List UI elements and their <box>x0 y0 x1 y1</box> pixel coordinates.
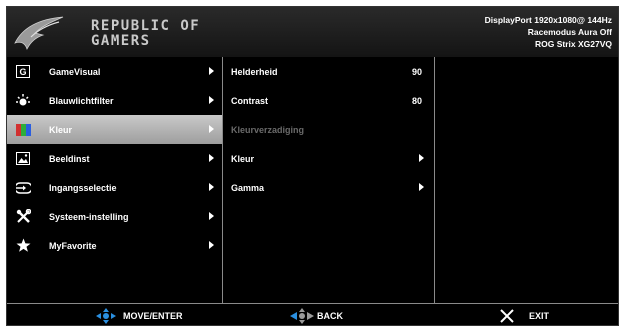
header-bar: REPUBLIC OF GAMERS DisplayPort 1920x1080… <box>7 7 618 57</box>
menu-item-beeldinst[interactable]: Beeldinst <box>7 144 222 173</box>
menu-item-gamevisual[interactable]: G GameVisual <box>7 57 222 86</box>
exit-label: EXIT <box>529 311 550 321</box>
submenu-item-label: Kleurverzadiging <box>231 124 305 135</box>
chevron-right-icon <box>209 212 214 220</box>
menu-item-label: Kleur <box>49 124 73 135</box>
chevron-right-icon <box>209 96 214 104</box>
chevron-right-icon <box>209 154 214 162</box>
status-aura-mode: Racemodus Aura Off <box>527 27 612 37</box>
status-input-resolution: DisplayPort 1920x1080@ 144Hz <box>484 15 612 25</box>
back-button[interactable]: BACK <box>289 308 343 324</box>
menu-item-label: Blauwlichtfilter <box>49 95 114 106</box>
chevron-right-icon <box>419 154 424 162</box>
menu-item-label: Ingangsselectie <box>49 182 117 193</box>
gamevisual-icon: G <box>15 64 31 80</box>
chevron-right-icon <box>209 125 214 133</box>
tools-icon <box>15 209 31 225</box>
menu-item-label: Systeem-instelling <box>49 211 129 222</box>
move-enter-label: MOVE/ENTER <box>123 311 183 321</box>
sub-menu: Helderheid 90 Contrast 80 Kleurverzadigi… <box>223 57 435 303</box>
image-icon <box>15 151 31 167</box>
detail-panel <box>435 57 620 303</box>
chevron-right-icon <box>209 183 214 191</box>
submenu-item-label: Contrast <box>231 95 269 106</box>
joystick-back-icon <box>289 308 315 324</box>
submenu-item-helderheid[interactable]: Helderheid 90 <box>223 57 434 86</box>
submenu-item-kleur[interactable]: Kleur <box>223 144 434 173</box>
osd-menu: REPUBLIC OF GAMERS DisplayPort 1920x1080… <box>6 6 619 326</box>
footer-bar: MOVE/ENTER BACK EXIT <box>7 303 618 327</box>
menu-item-blauwlichtfilter[interactable]: Blauwlichtfilter <box>7 86 222 115</box>
menu-item-myfavorite[interactable]: MyFavorite <box>7 231 222 260</box>
status-info: DisplayPort 1920x1080@ 144Hz Racemodus A… <box>485 14 612 50</box>
color-icon <box>15 122 31 138</box>
bluelight-icon <box>15 93 31 109</box>
svg-text:G: G <box>19 67 26 77</box>
menu-item-kleur[interactable]: Kleur <box>7 115 222 144</box>
brand-line-1: REPUBLIC OF <box>91 18 201 34</box>
close-icon <box>499 308 515 324</box>
joystick-move-icon <box>95 308 117 324</box>
brand-name: REPUBLIC OF GAMERS <box>91 19 200 49</box>
status-model: ROG Strix XG27VQ <box>535 39 612 49</box>
exit-button[interactable]: EXIT <box>499 308 549 324</box>
menu-item-systeem-instelling[interactable]: Systeem-instelling <box>7 202 222 231</box>
chevron-right-icon <box>209 241 214 249</box>
submenu-item-label: Helderheid <box>231 66 278 77</box>
submenu-item-value: 90 <box>411 66 422 77</box>
rog-logo-icon <box>14 16 64 51</box>
submenu-item-contrast[interactable]: Contrast 80 <box>223 86 434 115</box>
brand-line-2: GAMERS <box>91 33 151 49</box>
menu-item-label: Beeldinst <box>49 153 90 164</box>
move-enter-button[interactable]: MOVE/ENTER <box>95 308 183 324</box>
chevron-right-icon <box>209 67 214 75</box>
menu-item-label: MyFavorite <box>49 240 97 251</box>
main-menu: G GameVisual Blauwlichtfilter Kleur Beel… <box>7 57 223 303</box>
submenu-item-label: Gamma <box>231 182 265 193</box>
submenu-item-gamma[interactable]: Gamma <box>223 173 434 202</box>
menu-item-ingangsselectie[interactable]: Ingangsselectie <box>7 173 222 202</box>
submenu-item-label: Kleur <box>231 153 255 164</box>
chevron-right-icon <box>419 183 424 191</box>
back-label: BACK <box>317 311 343 321</box>
submenu-item-kleurverzadiging: Kleurverzadiging <box>223 115 434 144</box>
menu-item-label: GameVisual <box>49 66 101 77</box>
submenu-item-value: 80 <box>411 95 422 106</box>
star-icon <box>15 238 31 254</box>
input-icon <box>15 180 31 196</box>
